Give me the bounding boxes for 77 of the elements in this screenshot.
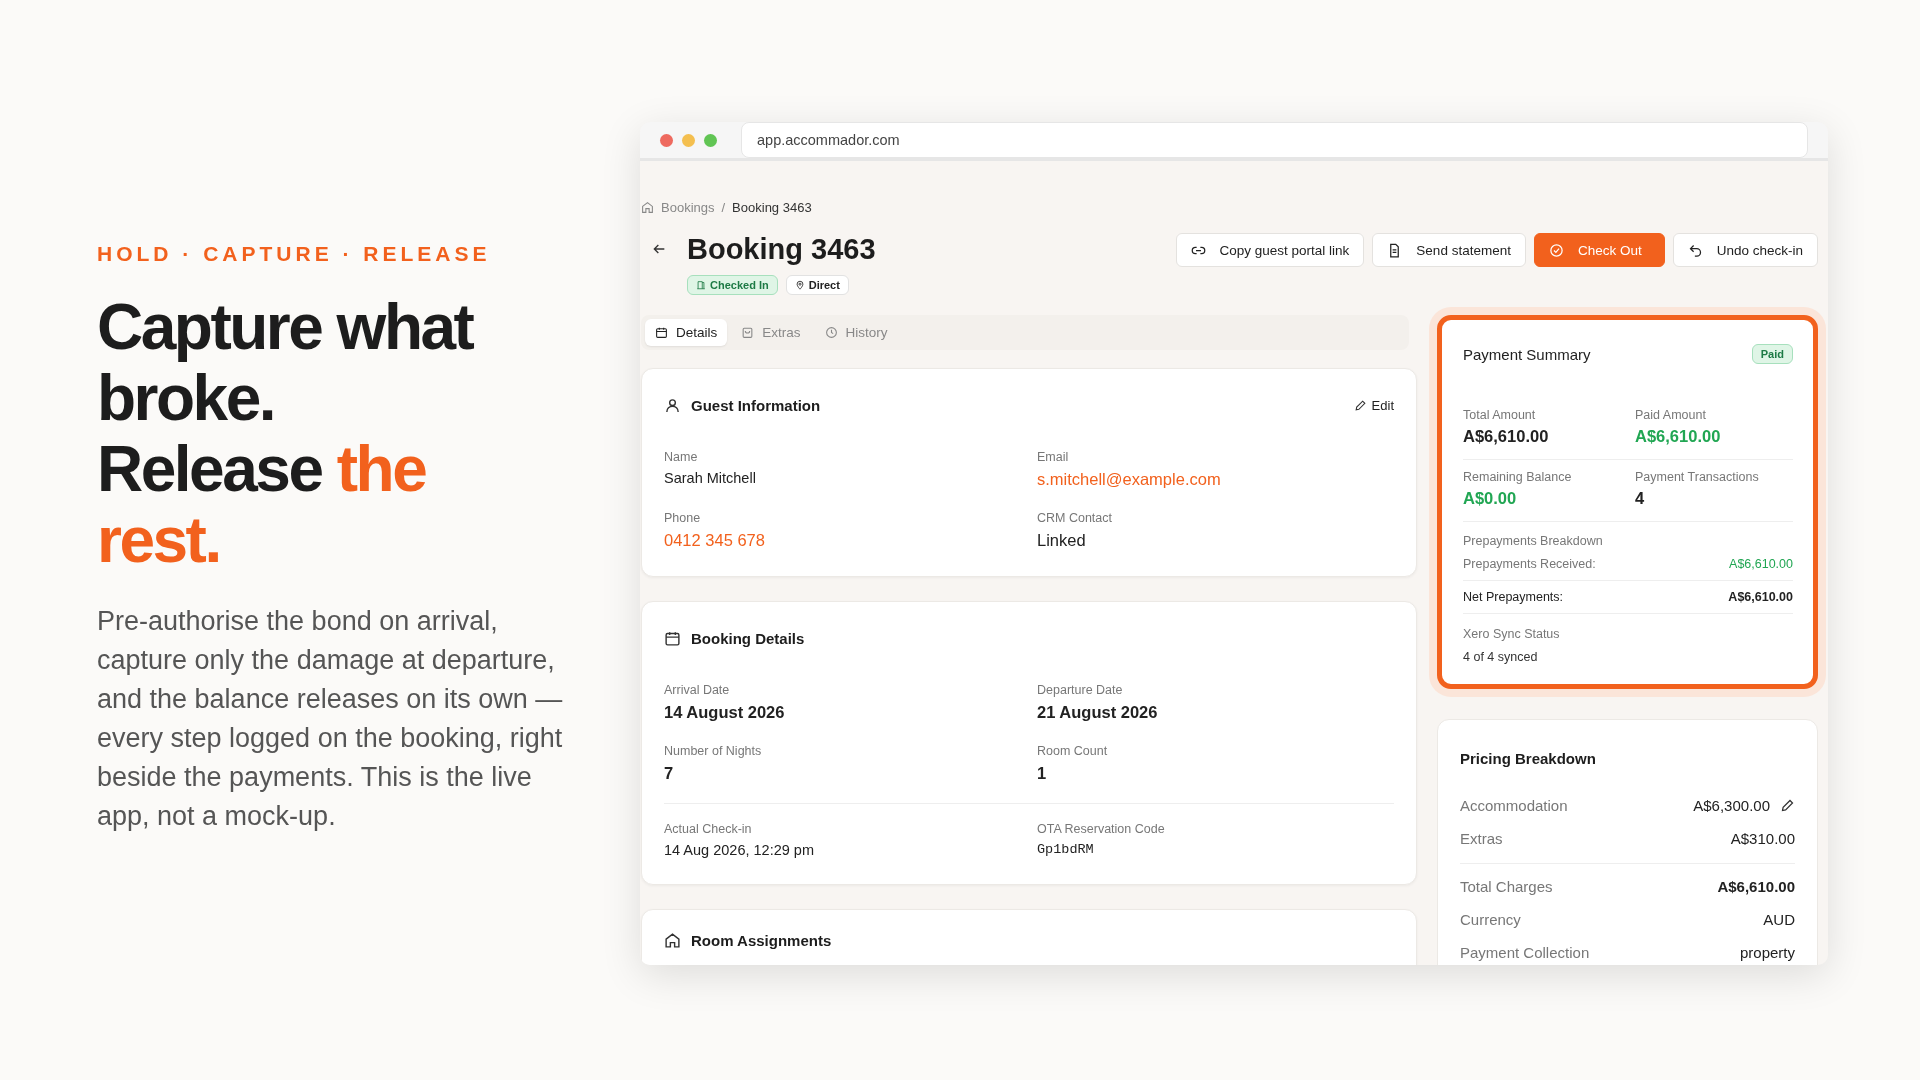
address-bar[interactable]: app.accommador.com bbox=[741, 122, 1808, 158]
breadcrumb-link[interactable]: Booking 3463 bbox=[732, 200, 812, 215]
field-value: 1 bbox=[1037, 764, 1048, 783]
field-label: Departure Date bbox=[1037, 683, 1124, 697]
status-badge: Checked In bbox=[687, 275, 778, 295]
card-title: Payment Summary bbox=[1463, 345, 1591, 363]
field-label: OTA Reservation Code bbox=[1037, 822, 1166, 836]
field-label: Arrival Date bbox=[664, 683, 731, 697]
row-value: A$310.00 bbox=[1730, 830, 1795, 847]
pencil-icon bbox=[1353, 399, 1367, 412]
section-label: Prepayments Breakdown bbox=[1463, 534, 1604, 548]
breadcrumb-separator: / bbox=[721, 200, 726, 215]
field-value: Sarah Mitchell bbox=[664, 470, 757, 486]
field-value: Gp1bdRM bbox=[1037, 842, 1095, 857]
stat-label: Remaining Balance bbox=[1463, 470, 1573, 484]
undo-icon bbox=[1687, 242, 1703, 258]
check-circle-icon bbox=[1548, 242, 1564, 258]
field-label: CRM Contact bbox=[1037, 511, 1114, 525]
action-button[interactable]: Copy guest portal link bbox=[1175, 233, 1365, 267]
stat-label: Payment Transactions bbox=[1635, 470, 1760, 484]
home-icon bbox=[664, 932, 681, 949]
eyebrow-text: HOLD · CAPTURE · RELEASE bbox=[97, 242, 492, 266]
field-value: Linked bbox=[1037, 531, 1087, 550]
field-label: Phone bbox=[664, 511, 702, 525]
row-value: A$6,610.00 bbox=[1729, 557, 1793, 571]
row-value: A$6,610.00 bbox=[1728, 590, 1793, 604]
row-label: Accommodation bbox=[1460, 797, 1568, 814]
field-label: Actual Check-in bbox=[664, 822, 753, 836]
clock-icon bbox=[824, 326, 838, 339]
status-badge: Paid bbox=[1751, 344, 1793, 364]
page-title: Booking 3463 bbox=[687, 232, 876, 267]
row-value: AUD bbox=[1763, 911, 1795, 928]
card-title: Pricing Breakdown bbox=[1460, 750, 1597, 767]
headline: Capture what broke. Release the rest. bbox=[97, 292, 474, 576]
stat-value: 4 bbox=[1635, 489, 1646, 508]
bag-icon bbox=[741, 326, 755, 339]
row-label: Total Charges bbox=[1460, 878, 1553, 895]
home-icon bbox=[641, 201, 654, 214]
pencil-icon[interactable] bbox=[1780, 798, 1795, 813]
field-label: Room Count bbox=[1037, 744, 1109, 758]
person-icon bbox=[664, 397, 681, 414]
status-badge: Direct bbox=[785, 275, 849, 295]
row-label: Payment Collection bbox=[1460, 944, 1590, 961]
stat-value: A$6,610.00 bbox=[1463, 427, 1550, 446]
stat-label: Total Amount bbox=[1463, 408, 1537, 422]
field-label: Email bbox=[1037, 450, 1070, 464]
maximize-icon[interactable] bbox=[704, 133, 717, 147]
field-value: 7 bbox=[664, 764, 675, 783]
card-title: Booking Details bbox=[691, 630, 805, 647]
field-label: Number of Nights bbox=[664, 744, 763, 758]
action-button[interactable]: Send statement bbox=[1372, 233, 1526, 267]
card-title: Guest Information bbox=[691, 397, 821, 414]
description: Pre-authorise the bond on arrival, capture only the damage at departure, and the balance releases on its own — every step logged on the booking, right beside the payments. This is the live app, not a mock-up. bbox=[97, 605, 564, 833]
row-label: Extras bbox=[1460, 830, 1503, 847]
calendar-icon bbox=[655, 326, 668, 339]
close-icon[interactable] bbox=[660, 133, 673, 147]
card-title: Room Assignments bbox=[691, 932, 832, 949]
stat-value: A$0.00 bbox=[1463, 489, 1518, 508]
stat-label: Paid Amount bbox=[1635, 408, 1707, 422]
field-value: 14 Aug 2026, 12:29 pm bbox=[664, 842, 815, 858]
row-label: Net Prepayments: bbox=[1463, 590, 1564, 604]
section-label: Xero Sync Status bbox=[1463, 627, 1561, 641]
row-value: A$6,300.00 bbox=[1693, 797, 1770, 814]
action-button[interactable]: Undo check-in bbox=[1672, 233, 1818, 267]
row-value: A$6,610.00 bbox=[1717, 878, 1795, 895]
row-value: property bbox=[1739, 944, 1795, 961]
sync-status: 4 of 4 synced bbox=[1463, 650, 1539, 664]
row-label: Prepayments Received: bbox=[1463, 557, 1596, 571]
field-value: 21 August 2026 bbox=[1037, 703, 1159, 722]
edit-button[interactable]: Edit bbox=[1353, 398, 1394, 413]
field-label: Name bbox=[664, 450, 699, 464]
field-value: 14 August 2026 bbox=[664, 703, 786, 722]
row-label: Currency bbox=[1460, 911, 1521, 928]
minimize-icon[interactable] bbox=[682, 133, 695, 147]
calendar-icon bbox=[664, 630, 681, 647]
stat-value: A$6,610.00 bbox=[1635, 427, 1722, 446]
tab[interactable]: Details bbox=[645, 319, 728, 346]
